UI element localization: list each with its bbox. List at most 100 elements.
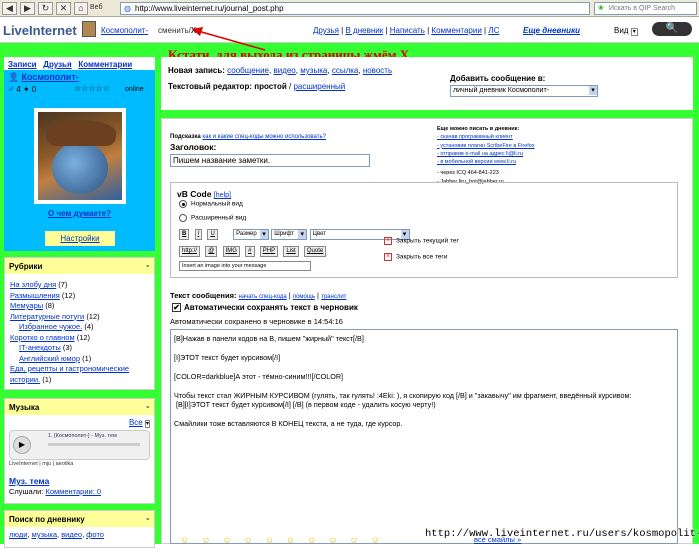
forward-icon[interactable]: ▶: [20, 2, 35, 15]
site-logo[interactable]: LiveInternet: [3, 23, 77, 38]
type-link[interactable]: ссылка: [332, 66, 359, 75]
stop-icon[interactable]: ✕: [56, 2, 71, 15]
translit-link[interactable]: транслит: [321, 294, 346, 300]
view-menu[interactable]: Вид ▾: [614, 26, 638, 36]
rubrics-box: Рубрики - На злобу дня (7) Размышления (12…: [4, 257, 155, 390]
insert-quote-button[interactable]: Quote: [303, 246, 327, 257]
nav-friends[interactable]: Друзья: [313, 26, 339, 35]
insert-php-button[interactable]: PHP: [259, 246, 279, 257]
rubric-item[interactable]: Литературные потуги (12): [10, 312, 150, 323]
collapse-icon[interactable]: -: [146, 261, 149, 270]
text-line: [B][I]ЭТОТ текст будет курсивом[/I] [/B]…: [176, 400, 436, 409]
post-form: Подсказка как и какие спец-коды можно ис…: [161, 118, 693, 544]
search-input[interactable]: ❀ Искать в QIP Search: [594, 2, 697, 15]
watermark-url: http://www.liveinternet.ru/users/kosmopo…: [425, 528, 699, 540]
left-sidebar: Записи Друзья Комментарии 👤 Космополит- …: [4, 57, 155, 552]
username-link[interactable]: Космополит-: [101, 26, 148, 35]
rubric-item[interactable]: Коротко о главном (12): [10, 333, 150, 344]
underline-button[interactable]: U: [207, 229, 218, 240]
profile-box: Записи Друзья Комментарии 👤 Космополит- …: [4, 57, 155, 251]
post-type-row: Новая запись: сообщение, видео, музыка, …: [168, 66, 393, 75]
link-comments[interactable]: Комментарии: [78, 60, 132, 69]
track-title: 1. [Космополит-] - Муз. тем: [48, 433, 117, 439]
extra-way-item[interactable]: - в мобильной версии www.li.ru: [437, 158, 535, 166]
radio-extended[interactable]: [179, 214, 187, 222]
link-friends[interactable]: Друзья: [43, 60, 71, 69]
user-avatar[interactable]: [82, 21, 96, 37]
rubric-item[interactable]: Размышления (12): [10, 291, 150, 302]
progress-bar[interactable]: [48, 443, 140, 446]
tag-photo[interactable]: фото: [86, 530, 104, 539]
tag-video[interactable]: видео: [61, 530, 82, 539]
font-select[interactable]: Шрифт: [271, 229, 308, 240]
user-name[interactable]: Космополит-: [21, 72, 78, 82]
collapse-icon[interactable]: -: [146, 514, 149, 523]
radio-normal[interactable]: [179, 200, 187, 208]
tag-music[interactable]: музыка: [32, 530, 57, 539]
extra-way-item[interactable]: - отправив e-mail на адрес li@li.ru: [437, 150, 535, 158]
search-icon[interactable]: 🔍: [652, 22, 692, 36]
insert-list-button[interactable]: List: [283, 246, 299, 257]
web-label[interactable]: Веб: [90, 4, 103, 11]
hint-link[interactable]: как и какие спец-коды можно использовать…: [202, 134, 326, 140]
editor-extended[interactable]: расширенный: [293, 82, 345, 91]
rubric-item[interactable]: На злобу дня (7): [10, 280, 150, 291]
text-line: [I]ЭТОТ текст будет курсивом[/I]: [174, 353, 281, 362]
insert-url-button[interactable]: http://: [179, 246, 201, 257]
settings-button[interactable]: Настройки: [45, 231, 115, 246]
mode-normal[interactable]: Нормальный вид: [179, 200, 243, 208]
rubric-item[interactable]: IT-анекдоты (3): [10, 343, 150, 354]
music-all-link[interactable]: Все: [129, 418, 143, 427]
autosave-checkbox[interactable]: ✔: [172, 303, 181, 313]
play-icon[interactable]: ▶: [13, 436, 31, 454]
message-textarea[interactable]: [B]Нажав в панели кодов на В, пишем "жир…: [170, 329, 678, 544]
music-player[interactable]: ▶ 1. [Космополит-] - Муз. тем: [9, 430, 150, 460]
help-link[interactable]: помощь: [293, 294, 315, 300]
insert-code-button[interactable]: #: [245, 246, 255, 257]
collapse-icon[interactable]: -: [146, 402, 149, 411]
close-all-button[interactable]: × Закрыть все теги: [384, 253, 447, 261]
add-to-label: Добавить сообщение в:: [450, 74, 546, 83]
nav-write[interactable]: Написать: [390, 26, 425, 35]
insert-img-button[interactable]: IMG: [222, 246, 240, 257]
type-music[interactable]: музыка: [300, 66, 327, 75]
bold-button[interactable]: B: [179, 229, 190, 240]
rubric-item[interactable]: Еда, рецепты и гастрономические истории.…: [10, 364, 150, 385]
add-to-select[interactable]: личный дневник Космополит-: [450, 85, 598, 97]
more-diaries-link[interactable]: Еще дневники: [523, 26, 580, 35]
insert-email-button[interactable]: @: [205, 246, 218, 257]
nav-comments[interactable]: Комментарии: [431, 26, 481, 35]
vbcode-help-link[interactable]: [help]: [214, 192, 231, 199]
music-theme-link[interactable]: Муз. тема: [9, 476, 49, 486]
size-select[interactable]: Размер: [233, 229, 270, 240]
autosave-row[interactable]: ✔ Автоматически сохранять текст в чернови…: [172, 303, 358, 313]
autosave-status: Автоматически сохранено в черновике в 14…: [170, 317, 343, 326]
type-news[interactable]: новость: [363, 66, 392, 75]
address-bar[interactable]: ◍ http://www.liveinternet.ru/journal_pos…: [120, 2, 590, 15]
nav-pm[interactable]: ЛС: [488, 26, 499, 35]
rubric-item[interactable]: Мемуары (8): [10, 301, 150, 312]
music-body: Все ▾ ▶ 1. [Космополит-] - Муз. тем Live…: [9, 418, 150, 496]
back-icon[interactable]: ◀: [2, 2, 17, 15]
italic-button[interactable]: I: [194, 229, 203, 240]
refresh-icon[interactable]: ↻: [38, 2, 53, 15]
editor-simple[interactable]: простой: [254, 82, 287, 91]
link-posts[interactable]: Записи: [8, 60, 37, 69]
avatar[interactable]: [34, 108, 126, 204]
extra-way-item[interactable]: - скачав программный клиент: [437, 133, 535, 141]
mood-link[interactable]: О чем думаете?: [48, 209, 111, 218]
home-icon[interactable]: ⌂: [74, 2, 88, 15]
music-header: Музыка -: [5, 399, 154, 415]
tag-people[interactable]: люди: [9, 530, 27, 539]
mode-extended[interactable]: Расширенный вид: [179, 214, 246, 222]
music-comments-link[interactable]: Комментарии: 0: [45, 487, 101, 496]
rubric-item[interactable]: Английский юмор (1): [10, 354, 150, 365]
close-tag-button[interactable]: × Закрыть текущий тег: [384, 237, 459, 245]
spec-code-link[interactable]: начать спец-кода: [239, 294, 287, 300]
type-message[interactable]: сообщение: [227, 66, 269, 75]
nav-to-diary[interactable]: В дневник: [345, 26, 383, 35]
extra-way-item[interactable]: - установив плагин ScribeFire в Firefox: [437, 142, 535, 150]
title-input[interactable]: [170, 154, 370, 167]
type-video[interactable]: видео: [273, 66, 295, 75]
rubric-item[interactable]: Избранное чужое. (4): [10, 322, 150, 333]
